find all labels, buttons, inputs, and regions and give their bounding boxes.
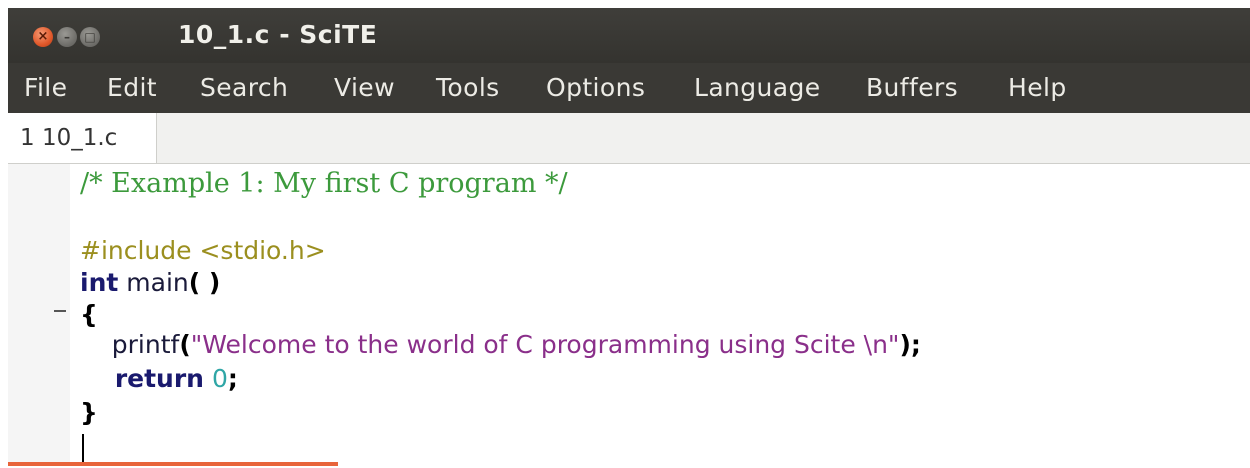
minimize-window-button[interactable]: – xyxy=(57,27,77,47)
menu-buffers[interactable]: Buffers xyxy=(866,73,958,102)
maximize-icon: □ xyxy=(84,30,96,44)
code-editor[interactable]: /* Example 1: My first C program */ #incl… xyxy=(8,164,1250,466)
menu-edit[interactable]: Edit xyxy=(107,73,157,102)
menu-search[interactable]: Search xyxy=(200,73,288,102)
code-token-id: main xyxy=(118,268,189,297)
code-token-num: 0 xyxy=(211,364,228,393)
code-line: #include <stdio.h> xyxy=(80,236,326,265)
code-token-id xyxy=(204,364,212,393)
menu-options[interactable]: Options xyxy=(546,73,645,102)
menu-bar: File Edit Search View Tools Options Lang… xyxy=(8,63,1250,113)
code-token-op: ); xyxy=(899,330,921,359)
menu-help[interactable]: Help xyxy=(1008,73,1067,102)
code-token-str: "Welcome to the world of C programming u… xyxy=(190,330,900,359)
code-token-op: { xyxy=(80,300,98,329)
window-title: 10_1.c - SciTE xyxy=(178,20,378,49)
fold-marker-icon[interactable] xyxy=(54,310,66,312)
code-token-kw: int xyxy=(80,268,119,297)
title-bar: × – □ 10_1.c - SciTE xyxy=(8,8,1250,63)
code-token-comment: /* Example 1: My first C program */ xyxy=(80,168,568,199)
menu-view[interactable]: View xyxy=(334,73,395,102)
code-line: int main( ) xyxy=(80,268,220,297)
minimize-icon: – xyxy=(64,30,70,44)
scite-window: × – □ 10_1.c - SciTE File Edit Search Vi… xyxy=(8,8,1250,466)
code-token-id: printf xyxy=(80,330,180,359)
tab-label: 1 10_1.c xyxy=(20,125,118,151)
code-line: /* Example 1: My first C program */ xyxy=(80,168,568,199)
code-line: } xyxy=(80,398,98,427)
status-strip xyxy=(8,462,338,466)
tab-bar: 1 10_1.c xyxy=(8,113,1250,164)
code-token-pre: #include <stdio.h> xyxy=(80,236,326,265)
code-line: { xyxy=(80,300,98,329)
close-window-button[interactable]: × xyxy=(33,27,53,47)
maximize-window-button[interactable]: □ xyxy=(80,27,100,47)
code-token-op: ( xyxy=(179,330,191,359)
menu-language[interactable]: Language xyxy=(694,73,821,102)
code-line: return 0; xyxy=(80,364,238,393)
menu-tools[interactable]: Tools xyxy=(436,73,500,102)
code-token-op: ; xyxy=(227,364,238,393)
close-icon: × xyxy=(37,29,49,44)
editor-margin xyxy=(8,164,70,466)
code-line: printf("Welcome to the world of C progra… xyxy=(80,330,921,359)
code-token-op: ( ) xyxy=(188,268,221,297)
menu-file[interactable]: File xyxy=(24,73,67,102)
code-token-kw: return xyxy=(80,364,204,393)
code-token-op: } xyxy=(80,398,98,427)
tab-10-1-c[interactable]: 1 10_1.c xyxy=(8,113,157,163)
text-cursor xyxy=(82,434,84,464)
